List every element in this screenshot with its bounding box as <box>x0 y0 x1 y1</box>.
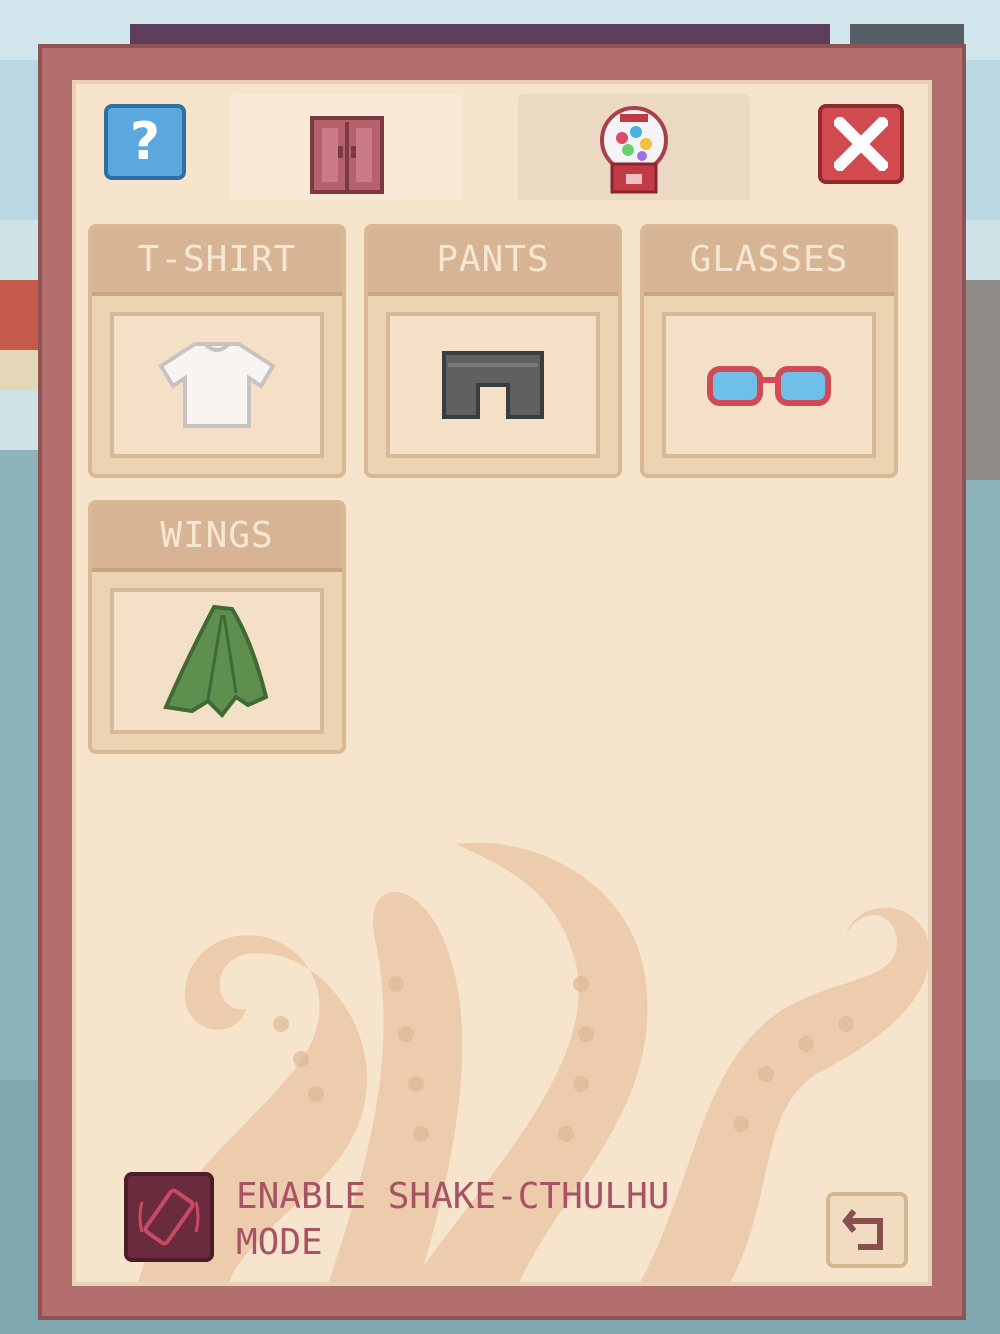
shake-phone-icon <box>138 1188 200 1246</box>
slot-label: GLASSES <box>644 228 894 296</box>
slot-label: WINGS <box>92 504 342 572</box>
slot-label: T-SHIRT <box>92 228 342 296</box>
undo-arrow-icon <box>842 1209 883 1250</box>
tab-wardrobe[interactable] <box>230 94 462 200</box>
close-icon <box>834 117 888 171</box>
slot-wings[interactable]: WINGS <box>88 500 346 754</box>
close-button[interactable] <box>818 104 904 184</box>
shake-mode-toggle[interactable] <box>124 1172 214 1262</box>
slot-item-frame <box>110 588 324 734</box>
slot-label: PANTS <box>368 228 618 296</box>
shake-mode-label: ENABLE SHAKE-CTHULHU MODE <box>236 1174 756 1266</box>
back-button[interactable] <box>826 1192 908 1268</box>
question-mark-icon: ? <box>129 112 161 172</box>
slot-pants[interactable]: PANTS <box>364 224 622 478</box>
slot-glasses[interactable]: GLASSES <box>640 224 898 478</box>
gray-pants-icon <box>442 351 544 419</box>
white-tshirt-icon <box>158 342 276 428</box>
wardrobe-icon <box>310 116 384 194</box>
slot-tshirt[interactable]: T-SHIRT <box>88 224 346 478</box>
slot-item-frame <box>386 312 600 458</box>
slot-item-frame <box>662 312 876 458</box>
red-glasses-icon <box>707 366 831 406</box>
gacha-machine-icon <box>600 106 668 194</box>
tab-gacha[interactable] <box>518 94 750 200</box>
help-button[interactable]: ? <box>104 104 186 180</box>
shake-mode-label-line2: MODE <box>236 1222 323 1263</box>
shake-mode-label-line1: ENABLE SHAKE-CTHULHU <box>236 1176 670 1217</box>
slot-item-frame <box>110 312 324 458</box>
green-wings-icon <box>163 604 269 719</box>
